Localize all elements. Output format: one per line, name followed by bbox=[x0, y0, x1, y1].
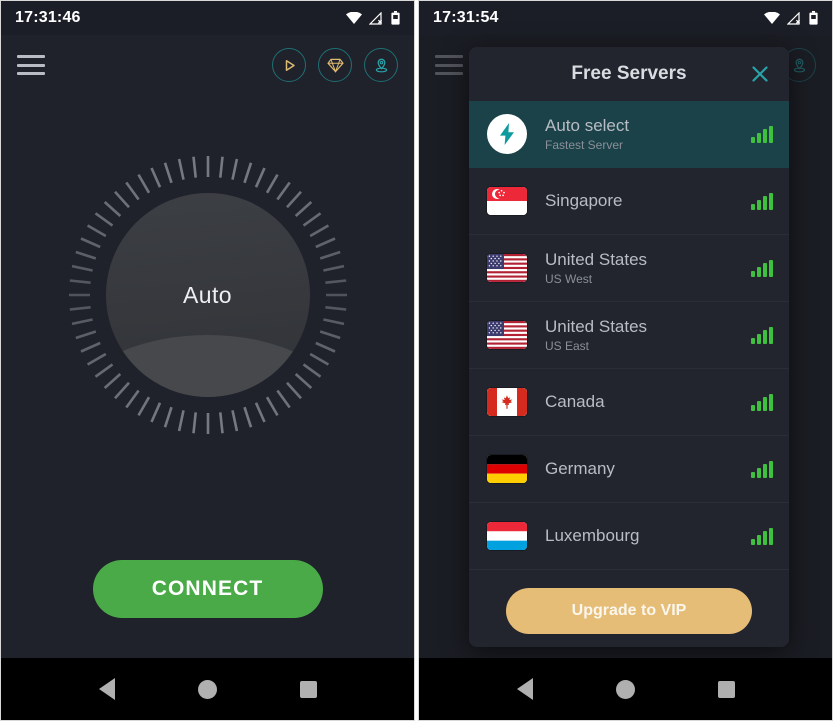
flag-icon-singapore bbox=[487, 187, 527, 215]
cellular-off-icon bbox=[787, 11, 801, 25]
server-list-item[interactable]: Canada bbox=[469, 369, 789, 436]
server-text: Canada bbox=[545, 392, 751, 412]
server-name: United States bbox=[545, 249, 648, 269]
wifi-icon bbox=[764, 12, 780, 24]
signal-strength-icon bbox=[751, 125, 773, 143]
server-text: Singapore bbox=[545, 191, 751, 211]
hamburger-menu-icon[interactable] bbox=[435, 55, 463, 75]
back-triangle-icon[interactable] bbox=[516, 678, 533, 700]
wifi-icon bbox=[346, 12, 362, 24]
close-x-icon[interactable] bbox=[747, 61, 773, 87]
server-list[interactable]: Auto select Fastest Server Singapore United… bbox=[469, 101, 789, 575]
cellular-off-icon bbox=[369, 11, 383, 25]
flag-icon-luxembourg bbox=[487, 522, 527, 550]
status-bar-clock: 17:31:46 bbox=[15, 9, 81, 26]
signal-strength-icon bbox=[751, 460, 773, 478]
server-name: Luxembourg bbox=[545, 525, 640, 545]
server-text: Germany bbox=[545, 459, 751, 479]
signal-strength-icon bbox=[751, 326, 773, 344]
flag-icon-germany bbox=[487, 455, 527, 483]
dial-wave-decoration bbox=[105, 335, 310, 397]
dual-screenshot-stage: 17:31:46 Auto CONNECT 17:31:54 Free Serv… bbox=[0, 0, 837, 723]
dial-inner-circle: Auto bbox=[105, 193, 310, 397]
server-text: Auto select Fastest Server bbox=[545, 116, 751, 152]
server-text: United States US West bbox=[545, 250, 751, 286]
speed-dial[interactable]: Auto bbox=[1, 95, 414, 495]
server-text: United States US East bbox=[545, 317, 751, 353]
status-bar-icons bbox=[764, 11, 818, 25]
recents-square-icon[interactable] bbox=[717, 680, 735, 698]
server-subtitle: US West bbox=[545, 272, 593, 287]
play-icon bbox=[285, 59, 295, 71]
app-bar bbox=[1, 35, 414, 95]
server-name: Canada bbox=[545, 391, 605, 411]
server-text: Luxembourg bbox=[545, 526, 751, 546]
connect-button-area: CONNECT bbox=[1, 560, 414, 618]
home-circle-icon[interactable] bbox=[615, 679, 635, 699]
status-bar-clock: 17:31:54 bbox=[433, 9, 499, 26]
close-x-glyph bbox=[752, 66, 768, 82]
app-bar-actions bbox=[272, 48, 398, 82]
dial-label: Auto bbox=[183, 281, 232, 308]
server-name: Singapore bbox=[545, 190, 623, 210]
server-list-item[interactable]: Auto select Fastest Server bbox=[469, 101, 789, 168]
connect-button[interactable]: CONNECT bbox=[92, 560, 323, 618]
battery-icon bbox=[391, 11, 400, 25]
location-pin-icon bbox=[793, 58, 805, 72]
home-circle-icon[interactable] bbox=[197, 679, 217, 699]
status-bar: 17:31:54 bbox=[419, 1, 832, 35]
server-list-item[interactable]: Germany bbox=[469, 436, 789, 503]
right-phone-screen: 17:31:54 Free Servers Auto select Fastes… bbox=[418, 0, 833, 721]
server-list-item[interactable]: Singapore bbox=[469, 168, 789, 235]
signal-strength-icon bbox=[751, 527, 773, 545]
flag-icon-usa bbox=[487, 254, 527, 282]
left-phone-screen: 17:31:46 Auto CONNECT bbox=[0, 0, 415, 721]
recents-square-icon[interactable] bbox=[299, 680, 317, 698]
dialog-title: Free Servers bbox=[571, 63, 687, 84]
upgrade-to-vip-button[interactable]: Upgrade to VIP bbox=[506, 588, 752, 634]
status-bar-icons bbox=[346, 11, 400, 25]
android-nav-bar bbox=[419, 658, 832, 720]
server-name: Germany bbox=[545, 458, 615, 478]
diamond-icon bbox=[326, 58, 344, 73]
server-name: Auto select bbox=[545, 115, 630, 135]
lightning-bolt-icon bbox=[487, 114, 527, 154]
server-name: United States bbox=[545, 316, 648, 336]
server-subtitle: US East bbox=[545, 339, 590, 354]
flag-icon-usa bbox=[487, 321, 527, 349]
location-pin-icon bbox=[375, 58, 387, 72]
location-button[interactable] bbox=[364, 48, 398, 82]
android-nav-bar bbox=[1, 658, 414, 720]
play-button[interactable] bbox=[272, 48, 306, 82]
battery-icon bbox=[809, 11, 818, 25]
hamburger-menu-icon[interactable] bbox=[17, 55, 45, 75]
free-servers-dialog: Free Servers Auto select Fastest Server Si… bbox=[469, 47, 789, 647]
flag-icon-canada bbox=[487, 388, 527, 416]
signal-strength-icon bbox=[751, 192, 773, 210]
back-triangle-icon[interactable] bbox=[98, 678, 115, 700]
status-bar: 17:31:46 bbox=[1, 1, 414, 35]
vip-diamond-button[interactable] bbox=[318, 48, 352, 82]
server-list-item[interactable]: Luxembourg bbox=[469, 503, 789, 570]
dialog-header: Free Servers bbox=[469, 47, 789, 101]
server-subtitle: Fastest Server bbox=[545, 138, 624, 153]
server-list-item[interactable]: United States US West bbox=[469, 235, 789, 302]
signal-strength-icon bbox=[751, 259, 773, 277]
signal-strength-icon bbox=[751, 393, 773, 411]
server-list-item[interactable]: United States US East bbox=[469, 302, 789, 369]
dialog-footer: Upgrade to VIP bbox=[469, 575, 789, 647]
dial-graphic: Auto bbox=[66, 153, 350, 437]
